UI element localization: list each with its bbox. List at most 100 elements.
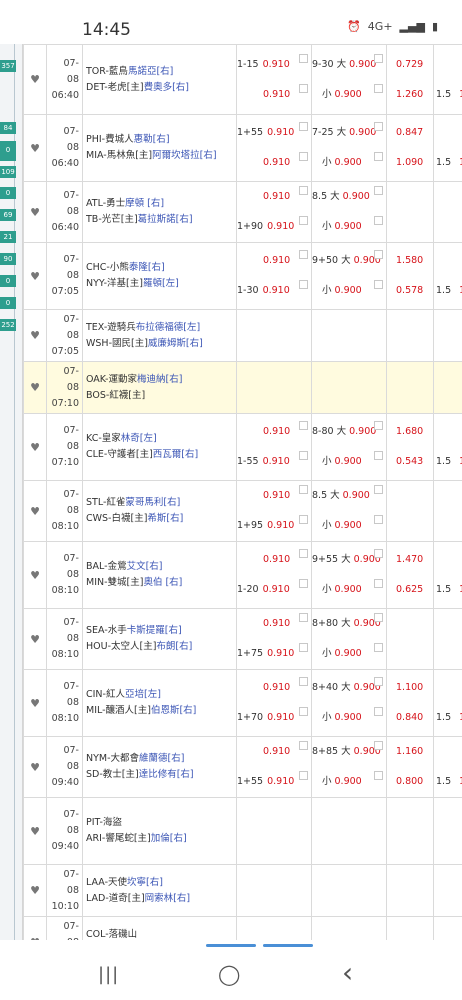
game-row[interactable]: ♥ 07- 08 09:40 NYM-大都會維蘭德[右] SD-教士[主]達比修有[右] 0… xyxy=(23,736,462,798)
bet-checkbox[interactable] xyxy=(374,216,383,225)
bet-checkbox[interactable] xyxy=(374,579,383,588)
favorite-heart-icon[interactable]: ♥ xyxy=(30,569,40,582)
bet-checkbox[interactable] xyxy=(374,741,383,750)
bet-checkbox[interactable] xyxy=(299,216,308,225)
over-odds: 0.900 xyxy=(349,58,377,70)
bet-checkbox[interactable] xyxy=(299,549,308,558)
favorite-heart-icon[interactable]: ♥ xyxy=(30,329,40,342)
sidebar-count-badge[interactable]: 69 xyxy=(0,209,16,221)
home-team: MIL-釀酒人[主]伯恩斯[右] xyxy=(86,703,236,719)
bet-checkbox[interactable] xyxy=(299,152,308,161)
bet-checkbox[interactable] xyxy=(299,451,308,460)
sidebar-count-badge[interactable]: 0 xyxy=(0,187,16,199)
under-odds: 0.900 xyxy=(334,712,362,723)
bet-checkbox[interactable] xyxy=(299,485,308,494)
favorite-heart-icon[interactable]: ♥ xyxy=(30,825,40,838)
sidebar-count-badge[interactable]: 0 xyxy=(0,275,16,287)
bet-checkbox[interactable] xyxy=(374,122,383,131)
game-row[interactable]: ♥ 07- 08 08:10 BAL-金鶯艾文[右] MIN-雙城[主]奧伯 [右] 0.9… xyxy=(23,541,462,609)
handicap-odds: 0.910 xyxy=(262,584,290,595)
games-table: ♥ 07- 08 06:40 TOR-藍鳥馬諾亞[右] DET-老虎[主]費奧多[右] 1-… xyxy=(23,44,462,940)
under-label: 小 xyxy=(322,584,332,595)
bet-checkbox[interactable] xyxy=(299,741,308,750)
sidebar-count-badge[interactable]: 0 xyxy=(0,144,16,156)
bet-checkbox[interactable] xyxy=(374,186,383,195)
bet-checkbox[interactable] xyxy=(299,186,308,195)
moneyline-away: 1.470 xyxy=(396,554,424,565)
game-row[interactable]: ♥ 07- 08 07:05 CHC-小熊泰隆[右] NYY-洋基[主]羅頓[左] 0.91… xyxy=(23,242,462,310)
favorite-heart-icon[interactable]: ♥ xyxy=(30,142,40,155)
bet-checkbox[interactable] xyxy=(299,83,308,93)
bet-checkbox[interactable] xyxy=(374,152,383,161)
game-row[interactable]: ♥ 07- 08 08:10 CIN-紅人亞培[左] MIL-釀酒人[主]伯恩斯[右] 0.… xyxy=(23,669,462,737)
game-row[interactable]: ♥ 07- 08 08:10 SEA-水手卡斯提羅[右] HOU-太空人[主]布朗[右] 0… xyxy=(23,608,462,670)
under-odds: 0.900 xyxy=(334,157,362,168)
bet-checkbox[interactable] xyxy=(374,613,383,622)
game-time: 07:05 xyxy=(51,286,79,297)
bet-checkbox[interactable] xyxy=(374,83,383,93)
favorite-heart-icon[interactable]: ♥ xyxy=(30,505,40,518)
bet-checkbox[interactable] xyxy=(374,451,383,460)
favorite-heart-icon[interactable]: ♥ xyxy=(30,441,40,454)
recents-button[interactable]: ||| xyxy=(98,964,119,985)
bet-checkbox[interactable] xyxy=(374,280,383,289)
favorite-heart-icon[interactable]: ♥ xyxy=(30,761,40,774)
game-row[interactable]: ♥ 07- 08 08:10 STL-紅雀蒙哥馬利[右] CWS-白襪[主]希斯[右] 0.… xyxy=(23,480,462,542)
bet-checkbox[interactable] xyxy=(374,53,383,63)
bet-checkbox[interactable] xyxy=(299,579,308,588)
bet-checkbox[interactable] xyxy=(374,643,383,652)
bet-checkbox[interactable] xyxy=(299,707,308,716)
bet-checkbox[interactable] xyxy=(299,515,308,524)
favorite-heart-icon[interactable]: ♥ xyxy=(30,206,40,219)
favorite-heart-icon[interactable]: ♥ xyxy=(30,381,40,394)
home-team: CWS-白襪[主]希斯[右] xyxy=(86,511,236,527)
favorite-heart-icon[interactable]: ♥ xyxy=(30,270,40,283)
sidebar-count-badge[interactable]: 357 xyxy=(0,60,16,72)
handicap-odds: 0.910 xyxy=(263,88,291,100)
bet-checkbox[interactable] xyxy=(374,485,383,494)
game-row[interactable]: ♥ 07- 08 06:40 PHI-費城人惠勒[右] MIA-馬林魚[主]阿爾坎塔拉[右… xyxy=(23,114,462,182)
bet-checkbox[interactable] xyxy=(299,771,308,780)
bet-checkbox[interactable] xyxy=(374,421,383,430)
bet-checkbox[interactable] xyxy=(374,250,383,259)
sidebar-count-badge[interactable]: 90 xyxy=(0,253,16,265)
favorite-heart-icon[interactable]: ♥ xyxy=(30,697,40,710)
bet-checkbox[interactable] xyxy=(374,549,383,558)
back-button[interactable]: ‹ xyxy=(342,956,353,989)
home-team: DET-老虎[主]費奧多[右] xyxy=(86,80,236,96)
game-row[interactable]: ♥ 07- 08 07:10 KC-皇家林奇[左] CLE-守護者[主]西瓦爾[右] 0.9… xyxy=(23,413,462,481)
bet-checkbox[interactable] xyxy=(374,771,383,780)
moneyline-home: 0.800 xyxy=(396,776,424,787)
game-row[interactable]: ♥ 07- 08 07:10 OAK-運動家梅迪納[右] BOS-紅襪[主] xyxy=(23,361,462,414)
sidebar-count-badge[interactable]: 84 xyxy=(0,122,16,134)
game-row[interactable]: ♥ 07- 08 07:05 TEX-遊騎兵布拉德福德[左] WSH-國民[主]威廉姆斯[… xyxy=(23,309,462,362)
sidebar-count-badge[interactable]: 0 xyxy=(0,297,16,309)
bet-checkbox[interactable] xyxy=(299,280,308,289)
game-row[interactable]: ♥ 07- 08 06:40 ATL-勇士摩頓 [右] TB-光芒[主]葛拉斯諾[右] 0.… xyxy=(23,181,462,243)
home-button[interactable]: ◯ xyxy=(218,962,240,986)
sidebar-count-badge[interactable]: 109 xyxy=(0,166,16,178)
bet-checkbox[interactable] xyxy=(299,53,308,63)
sidebar-count-badge[interactable]: 21 xyxy=(0,231,16,243)
bet-checkbox[interactable] xyxy=(299,421,308,430)
sidebar-count-badge[interactable]: 252 xyxy=(0,319,16,331)
favorite-heart-icon[interactable]: ♥ xyxy=(30,633,40,646)
bet-checkbox[interactable] xyxy=(299,613,308,622)
bet-checkbox[interactable] xyxy=(299,122,308,131)
game-date-day: 08 xyxy=(66,142,79,153)
favorite-heart-icon[interactable]: ♥ xyxy=(30,884,40,897)
bet-checkbox[interactable] xyxy=(374,677,383,686)
favorite-heart-icon[interactable]: ♥ xyxy=(30,73,40,86)
game-row[interactable]: ♥ 07- 08 06:40 TOR-藍鳥馬諾亞[右] DET-老虎[主]費奧多[右] 1-… xyxy=(23,44,462,115)
away-team-name: TOR-藍鳥 xyxy=(86,65,128,77)
game-row[interactable]: ♥07-0810:15COL-落磯山SF-巨人[主]史崔普林[右] xyxy=(23,916,462,940)
home-team-name: MIN-雙城[主] xyxy=(86,577,144,588)
bet-checkbox[interactable] xyxy=(299,677,308,686)
bet-checkbox[interactable] xyxy=(374,515,383,524)
bet-checkbox[interactable] xyxy=(299,643,308,652)
game-row[interactable]: ♥ 07- 08 09:40 PIT-海盜 ARI-響尾蛇[主]加倫[右] xyxy=(23,797,462,865)
game-row[interactable]: ♥ 07- 08 10:10 LAA-天使坎寧[右] LAD-道奇[主]岡索林[右] xyxy=(23,864,462,917)
bet-checkbox[interactable] xyxy=(374,707,383,716)
games-table-container[interactable]: ♥ 07- 08 06:40 TOR-藍鳥馬諾亞[右] DET-老虎[主]費奧多[右] 1-… xyxy=(22,44,462,940)
bet-checkbox[interactable] xyxy=(299,250,308,259)
